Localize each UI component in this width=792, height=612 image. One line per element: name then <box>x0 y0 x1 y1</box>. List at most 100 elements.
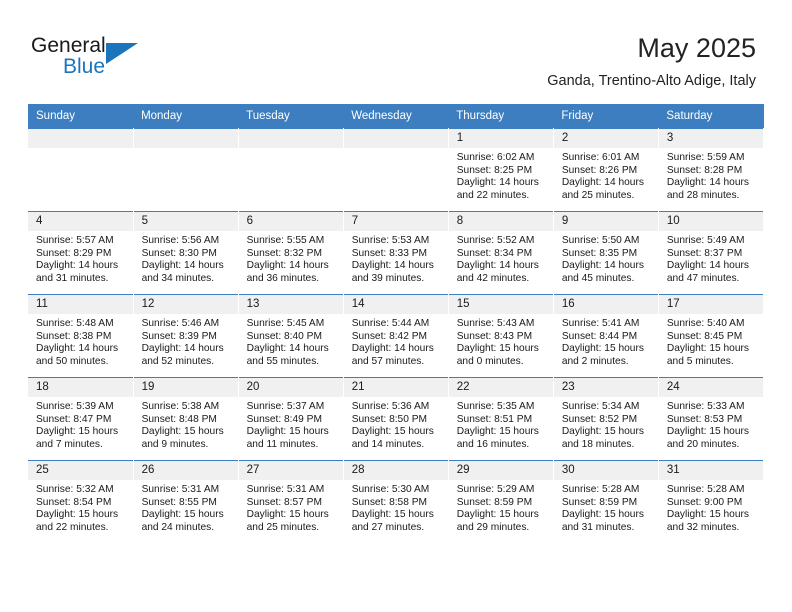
calendar-day-cell[interactable]: 29 Sunrise: 5:29 AM Sunset: 8:59 PM Dayl… <box>448 460 554 543</box>
daylight-text-line2: and 9 minutes. <box>141 438 209 450</box>
sunrise-text: Sunrise: 5:31 AM <box>141 484 220 495</box>
day-number: 26 <box>133 461 238 480</box>
calendar-day-cell[interactable]: 19 Sunrise: 5:38 AM Sunset: 8:48 PM Dayl… <box>133 377 239 461</box>
day-details: Sunrise: 5:35 AM Sunset: 8:51 PM Dayligh… <box>449 397 553 451</box>
daylight-text-line1: Daylight: 14 hours <box>141 343 224 355</box>
calendar-day-cell[interactable]: 2 Sunrise: 6:01 AM Sunset: 8:26 PM Dayli… <box>553 128 659 212</box>
daylight-text-line2: and 25 minutes. <box>561 189 635 201</box>
weekday-header-tuesday: Tuesday <box>238 104 344 129</box>
daylight-text-line1: Daylight: 15 hours <box>456 509 539 521</box>
calendar-day-cell[interactable]: 4 Sunrise: 5:57 AM Sunset: 8:29 PM Dayli… <box>28 211 134 295</box>
daylight-text-line2: and 36 minutes. <box>246 272 320 284</box>
calendar-day-cell[interactable]: 27 Sunrise: 5:31 AM Sunset: 8:57 PM Dayl… <box>238 460 344 543</box>
calendar-day-cell[interactable]: 8 Sunrise: 5:52 AM Sunset: 8:34 PM Dayli… <box>448 211 554 295</box>
calendar-day-cell[interactable]: 25 Sunrise: 5:32 AM Sunset: 8:54 PM Dayl… <box>28 460 134 543</box>
day-details: Sunrise: 5:46 AM Sunset: 8:39 PM Dayligh… <box>134 314 238 368</box>
calendar-day-cell[interactable]: 31 Sunrise: 5:28 AM Sunset: 9:00 PM Dayl… <box>658 460 765 543</box>
sunrise-text: Sunrise: 5:30 AM <box>351 484 430 495</box>
sunrise-text: Sunrise: 5:56 AM <box>141 235 220 246</box>
general-blue-logo: General Blue <box>31 34 146 82</box>
day-details: Sunrise: 5:29 AM Sunset: 8:59 PM Dayligh… <box>449 480 553 534</box>
sunrise-text: Sunrise: 5:33 AM <box>666 401 745 412</box>
daylight-text-line1: Daylight: 14 hours <box>561 177 644 189</box>
calendar-day-cell[interactable]: 6 Sunrise: 5:55 AM Sunset: 8:32 PM Dayli… <box>238 211 344 295</box>
sunset-text: Sunset: 8:54 PM <box>36 496 112 508</box>
calendar-day-cell[interactable]: 30 Sunrise: 5:28 AM Sunset: 8:59 PM Dayl… <box>553 460 659 543</box>
day-number: 12 <box>133 295 238 314</box>
calendar-day-cell[interactable]: 26 Sunrise: 5:31 AM Sunset: 8:55 PM Dayl… <box>133 460 239 543</box>
sunrise-text: Sunrise: 5:41 AM <box>561 318 640 329</box>
sunrise-text: Sunrise: 5:43 AM <box>456 318 535 329</box>
calendar-day-cell[interactable]: 7 Sunrise: 5:53 AM Sunset: 8:33 PM Dayli… <box>343 211 449 295</box>
sunset-text: Sunset: 8:33 PM <box>351 247 428 259</box>
calendar-day-cell[interactable]: 3 Sunrise: 5:59 AM Sunset: 8:28 PM Dayli… <box>658 128 765 212</box>
daylight-text-line1: Daylight: 15 hours <box>36 509 119 521</box>
day-number: 31 <box>658 461 763 480</box>
calendar-day-cell[interactable]: 14 Sunrise: 5:44 AM Sunset: 8:42 PM Dayl… <box>343 294 449 378</box>
title-block: May 2025 Ganda, Trentino-Alto Adige, Ita… <box>547 32 756 90</box>
calendar-day-cell[interactable]: 20 Sunrise: 5:37 AM Sunset: 8:49 PM Dayl… <box>238 377 344 461</box>
day-details: Sunrise: 5:52 AM Sunset: 8:34 PM Dayligh… <box>449 231 553 285</box>
page-header: General Blue May 2025 Ganda, Trentino-Al… <box>0 0 792 104</box>
calendar-day-cell[interactable]: 15 Sunrise: 5:43 AM Sunset: 8:43 PM Dayl… <box>448 294 554 378</box>
day-details: Sunrise: 5:28 AM Sunset: 9:00 PM Dayligh… <box>659 480 763 534</box>
location-subtitle: Ganda, Trentino-Alto Adige, Italy <box>547 73 756 89</box>
calendar-day-cell[interactable]: 5 Sunrise: 5:56 AM Sunset: 8:30 PM Dayli… <box>133 211 239 295</box>
calendar-day-cell[interactable]: 1 Sunrise: 6:02 AM Sunset: 8:25 PM Dayli… <box>448 128 554 212</box>
sunrise-sunset-calendar: Sunday Monday Tuesday Wednesday Thursday… <box>28 104 765 543</box>
calendar-day-cell[interactable]: 9 Sunrise: 5:50 AM Sunset: 8:35 PM Dayli… <box>553 211 659 295</box>
sunset-text: Sunset: 8:30 PM <box>141 247 217 259</box>
day-number: 20 <box>238 378 343 397</box>
calendar-day-cell[interactable]: 13 Sunrise: 5:45 AM Sunset: 8:40 PM Dayl… <box>238 294 344 378</box>
sunset-text: Sunset: 8:28 PM <box>666 164 743 176</box>
day-number: 29 <box>448 461 553 480</box>
day-number: 14 <box>343 295 448 314</box>
sunrise-text: Sunrise: 5:53 AM <box>351 235 430 246</box>
day-number: 23 <box>553 378 658 397</box>
sunrise-text: Sunrise: 5:50 AM <box>561 235 640 246</box>
daylight-text-line2: and 39 minutes. <box>351 272 425 284</box>
calendar-day-cell[interactable]: 28 Sunrise: 5:30 AM Sunset: 8:58 PM Dayl… <box>343 460 449 543</box>
calendar-day-cell[interactable]: 11 Sunrise: 5:48 AM Sunset: 8:38 PM Dayl… <box>28 294 134 378</box>
day-number: 27 <box>238 461 343 480</box>
calendar-day-cell[interactable]: 21 Sunrise: 5:36 AM Sunset: 8:50 PM Dayl… <box>343 377 449 461</box>
day-number: 21 <box>343 378 448 397</box>
day-number <box>343 129 448 148</box>
sunset-text: Sunset: 8:52 PM <box>561 413 638 425</box>
calendar-page: General Blue May 2025 Ganda, Trentino-Al… <box>0 0 792 612</box>
daylight-text-line2: and 16 minutes. <box>456 438 530 450</box>
daylight-text-line2: and 0 minutes. <box>456 355 524 367</box>
daylight-text-line1: Daylight: 15 hours <box>456 426 539 438</box>
daylight-text-line2: and 28 minutes. <box>666 189 740 201</box>
calendar-body: 1 Sunrise: 6:02 AM Sunset: 8:25 PM Dayli… <box>28 128 765 543</box>
sunset-text: Sunset: 8:59 PM <box>456 496 533 508</box>
sunset-text: Sunset: 8:51 PM <box>456 413 533 425</box>
daylight-text-line1: Daylight: 14 hours <box>456 177 539 189</box>
day-number: 22 <box>448 378 553 397</box>
weekday-header-monday: Monday <box>133 104 239 129</box>
calendar-day-cell[interactable]: 18 Sunrise: 5:39 AM Sunset: 8:47 PM Dayl… <box>28 377 134 461</box>
day-details: Sunrise: 5:41 AM Sunset: 8:44 PM Dayligh… <box>554 314 658 368</box>
calendar-day-cell[interactable]: 16 Sunrise: 5:41 AM Sunset: 8:44 PM Dayl… <box>553 294 659 378</box>
calendar-day-cell[interactable]: 12 Sunrise: 5:46 AM Sunset: 8:39 PM Dayl… <box>133 294 239 378</box>
day-number <box>133 129 238 148</box>
sunset-text: Sunset: 8:44 PM <box>561 330 638 342</box>
calendar-day-cell[interactable]: 17 Sunrise: 5:40 AM Sunset: 8:45 PM Dayl… <box>658 294 765 378</box>
calendar-day-cell[interactable]: 22 Sunrise: 5:35 AM Sunset: 8:51 PM Dayl… <box>448 377 554 461</box>
sunset-text: Sunset: 8:42 PM <box>351 330 428 342</box>
calendar-day-cell[interactable]: 24 Sunrise: 5:33 AM Sunset: 8:53 PM Dayl… <box>658 377 765 461</box>
sunrise-text: Sunrise: 5:38 AM <box>141 401 220 412</box>
sunset-text: Sunset: 8:35 PM <box>561 247 638 259</box>
sunrise-text: Sunrise: 5:31 AM <box>246 484 325 495</box>
sunset-text: Sunset: 8:29 PM <box>36 247 112 259</box>
day-number: 13 <box>238 295 343 314</box>
day-details: Sunrise: 5:43 AM Sunset: 8:43 PM Dayligh… <box>449 314 553 368</box>
calendar-week-row: 4 Sunrise: 5:57 AM Sunset: 8:29 PM Dayli… <box>28 211 765 295</box>
calendar-day-cell[interactable]: 23 Sunrise: 5:34 AM Sunset: 8:52 PM Dayl… <box>553 377 659 461</box>
sunrise-text: Sunrise: 5:55 AM <box>246 235 325 246</box>
daylight-text-line1: Daylight: 14 hours <box>246 260 329 272</box>
sunset-text: Sunset: 8:34 PM <box>456 247 533 259</box>
daylight-text-line2: and 27 minutes. <box>351 521 425 533</box>
day-details: Sunrise: 5:38 AM Sunset: 8:48 PM Dayligh… <box>134 397 238 451</box>
calendar-day-cell[interactable]: 10 Sunrise: 5:49 AM Sunset: 8:37 PM Dayl… <box>658 211 765 295</box>
